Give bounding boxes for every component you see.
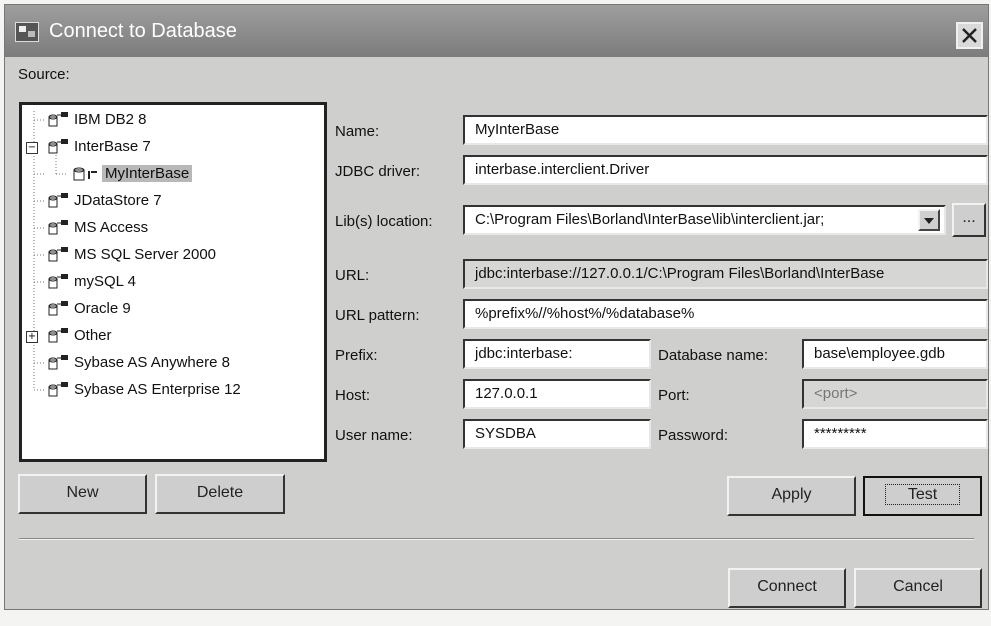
browse-button[interactable]: ... [952,203,986,237]
chevron-down-icon [924,218,934,224]
port-label: Port: [658,387,690,404]
expand-toggle[interactable]: + [26,331,38,343]
cancel-button[interactable]: Cancel [854,568,982,608]
db-driver-icon [48,247,68,262]
name-field[interactable]: MyInterBase [463,115,988,145]
user-name-label: User name: [335,427,413,444]
lib-location-combo[interactable]: C:\Program Files\Borland\InterBase\lib\i… [463,205,946,235]
db-driver-icon [48,193,68,208]
db-driver-icon [48,328,68,343]
url-pattern-label: URL pattern: [335,307,420,324]
host-label: Host: [335,387,371,404]
url-pattern-field[interactable]: %prefix%//%host%/%database% [463,299,988,329]
title-bar: Connect to Database [5,5,988,57]
password-label: Password: [658,427,729,444]
window-title: Connect to Database [49,20,237,42]
db-driver-icon [48,112,68,127]
separator [19,538,974,540]
db-driver-icon [48,301,68,316]
prefix-field[interactable]: jdbc:interbase: [463,339,651,369]
test-button[interactable]: Test [863,476,982,516]
collapse-toggle[interactable]: − [26,142,38,154]
prefix-label: Prefix: [335,347,378,364]
connect-dialog: Connect to Database Source: IBM DB2 8 − … [4,4,989,610]
host-field[interactable]: 127.0.0.1 [463,379,651,409]
test-button-label: Test [884,484,961,505]
new-button[interactable]: New [18,474,147,514]
db-driver-icon [48,139,68,154]
url-field: jdbc:interbase://127.0.0.1/C:\Program Fi… [463,259,988,289]
connect-button[interactable]: Connect [728,568,846,608]
app-icon [15,22,39,42]
database-name-label: Database name: [658,347,769,364]
url-label: URL: [335,267,370,284]
close-button[interactable] [956,22,983,49]
connection-icon [73,167,97,181]
close-icon [962,28,977,43]
db-driver-icon [48,355,68,370]
port-field: <port> [802,379,988,409]
lib-location-dropdown[interactable] [918,209,940,231]
jdbc-driver-label: JDBC driver: [335,163,421,180]
source-tree[interactable]: IBM DB2 8 − InterBase 7 MyInterBase JDat… [19,102,327,462]
apply-button[interactable]: Apply [727,476,856,516]
name-label: Name: [335,123,380,140]
delete-button[interactable]: Delete [155,474,285,514]
lib-location-label: Lib(s) location: [335,213,433,230]
jdbc-driver-field[interactable]: interbase.interclient.Driver [463,155,988,185]
db-driver-icon [48,220,68,235]
source-label: Source: [18,66,70,83]
user-name-field[interactable]: SYSDBA [463,419,651,449]
db-driver-icon [48,382,68,397]
db-driver-icon [48,274,68,289]
password-field[interactable]: ********* [802,419,988,449]
database-name-field[interactable]: base\employee.gdb [802,339,988,369]
